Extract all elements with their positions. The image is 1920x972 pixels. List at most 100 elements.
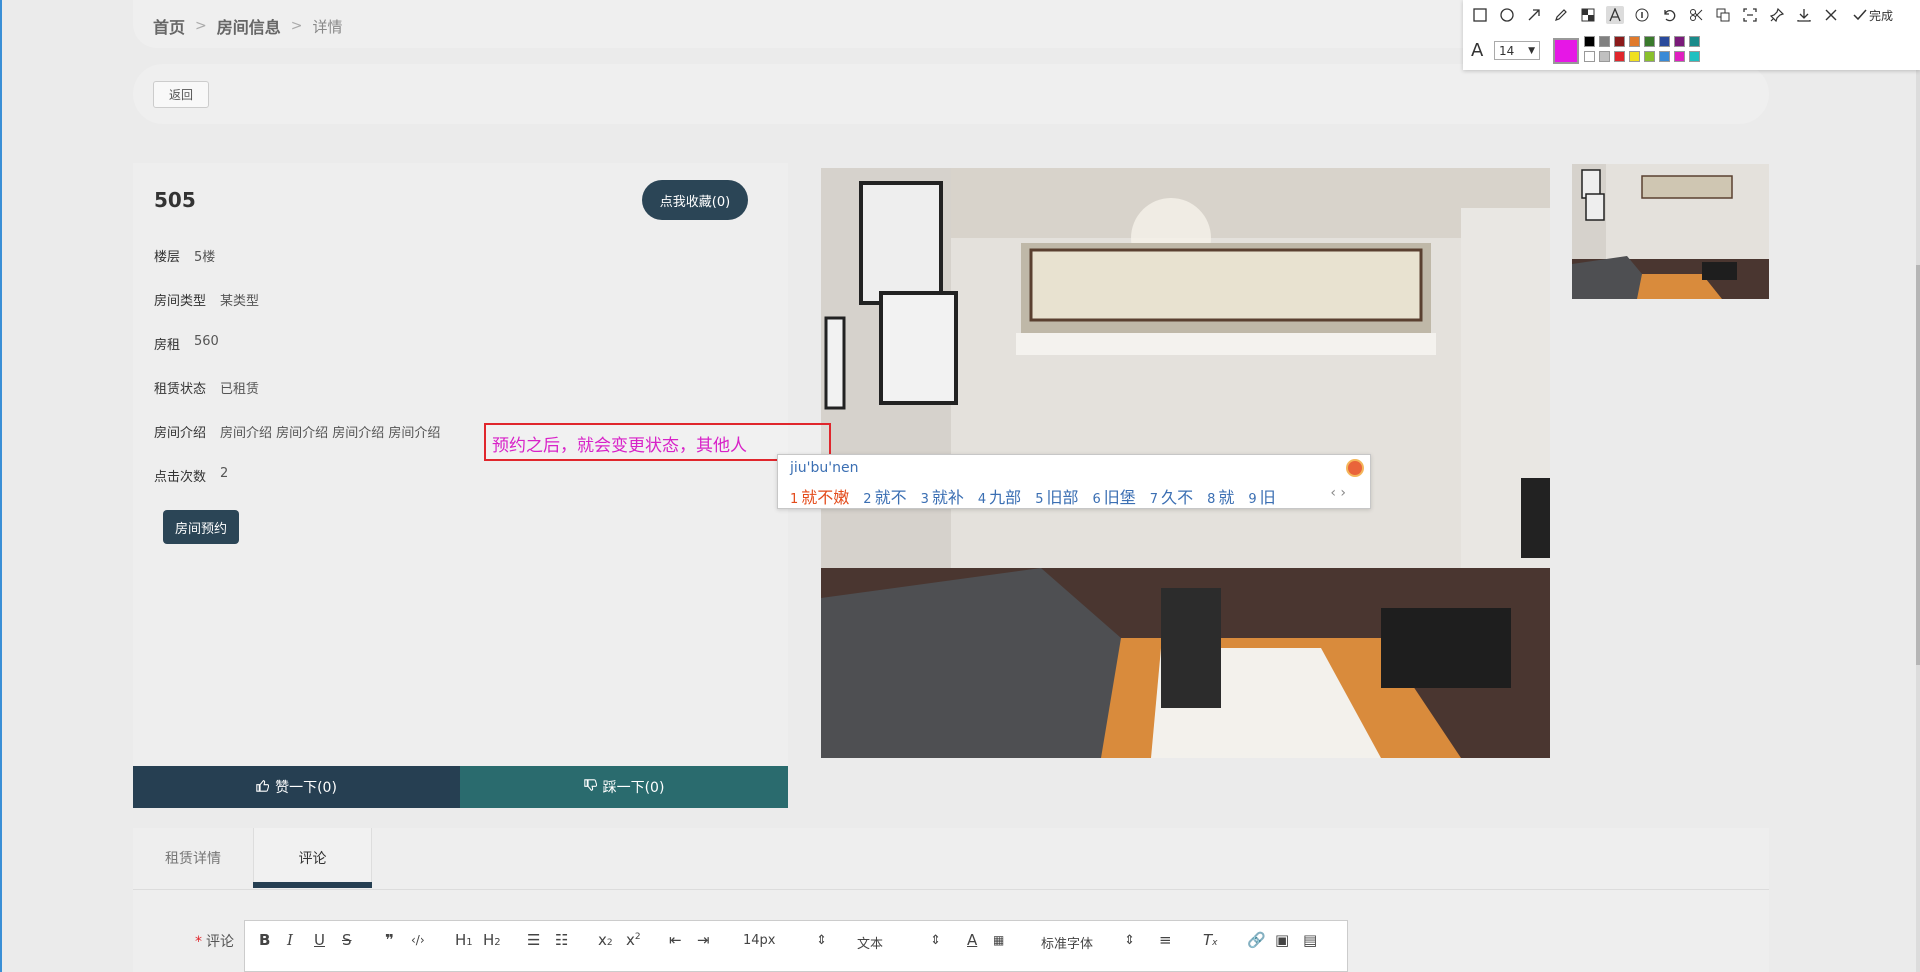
underline-icon[interactable]: U <box>314 931 325 949</box>
info-row-type: 房间类型 某类型 <box>154 290 259 309</box>
rectangle-icon[interactable] <box>1471 6 1489 24</box>
comment-field-label: * 评论 <box>195 934 234 950</box>
ellipse-icon[interactable] <box>1498 6 1516 24</box>
color-swatch[interactable] <box>1629 36 1640 47</box>
info-row-floor: 楼层 5楼 <box>154 246 215 265</box>
color-swatch[interactable] <box>1674 36 1685 47</box>
heading1-icon[interactable]: H1 <box>455 931 473 949</box>
ime-candidate-window[interactable]: jiu'bu'nen 1 就不嫩 2 就不 3 就补 4 九部 5 旧部 6 旧堡 7 久不 … <box>777 454 1371 509</box>
blockquote-icon[interactable]: ❞ <box>385 931 394 949</box>
color-swatch[interactable] <box>1629 51 1640 62</box>
ime-candidate[interactable]: 4 九部 <box>978 484 1021 508</box>
color-swatch[interactable] <box>1689 51 1700 62</box>
color-swatch[interactable] <box>1644 36 1655 47</box>
current-color-swatch[interactable] <box>1553 38 1579 64</box>
align-icon[interactable]: ≡ <box>1159 931 1172 949</box>
comment-editor[interactable] <box>244 962 1348 972</box>
color-swatch[interactable] <box>1614 51 1625 62</box>
scrollbar-thumb[interactable] <box>1916 265 1920 665</box>
subscript-icon[interactable]: x2 <box>598 931 613 949</box>
mosaic-icon[interactable] <box>1579 6 1597 24</box>
bullet-list-icon[interactable]: ☷ <box>555 931 568 949</box>
page-scrollbar[interactable] <box>1916 0 1920 972</box>
color-swatch[interactable] <box>1659 51 1670 62</box>
tab-comments[interactable]: 评论 <box>253 828 372 888</box>
ime-page-arrows-icon[interactable]: ‹ › <box>1330 485 1346 501</box>
color-swatch[interactable] <box>1599 51 1610 62</box>
crop-tool-icon[interactable] <box>1687 6 1705 24</box>
breadcrumb: 首页 > 房间信息 > 详情 <box>153 14 343 38</box>
heading2-icon[interactable]: H2 <box>483 931 501 949</box>
ime-candidate[interactable]: 2 就不 <box>863 484 906 508</box>
field-label: 房租 <box>154 338 181 353</box>
back-button[interactable]: 返回 <box>153 81 209 108</box>
back-card <box>133 64 1769 124</box>
ime-composition: jiu'bu'nen <box>790 460 859 476</box>
field-value: 2 <box>220 466 229 481</box>
arrow-icon[interactable] <box>1525 6 1543 24</box>
tab-rental-details[interactable]: 租赁详情 <box>133 828 253 888</box>
clear-format-icon[interactable]: Tx <box>1203 931 1218 949</box>
ime-candidate[interactable]: 5 旧部 <box>1035 484 1078 508</box>
italic-icon[interactable]: I <box>287 931 293 949</box>
superscript-icon[interactable]: x2 <box>626 931 641 949</box>
number-marker-icon[interactable] <box>1633 6 1651 24</box>
bold-icon[interactable]: B <box>259 931 270 949</box>
color-swatch[interactable] <box>1599 36 1610 47</box>
outdent-icon[interactable]: ⇤ <box>669 931 682 949</box>
ime-candidate[interactable]: 1 就不嫩 <box>790 484 849 508</box>
thumbs-down-icon <box>583 778 597 796</box>
close-icon[interactable] <box>1822 6 1840 24</box>
ime-candidates: 1 就不嫩 2 就不 3 就补 4 九部 5 旧部 6 旧堡 7 久不 8就 9旧 <box>790 484 1276 508</box>
download-icon[interactable] <box>1795 6 1813 24</box>
ime-candidate[interactable]: 6 旧堡 <box>1092 484 1135 508</box>
text-tool-icon[interactable] <box>1606 6 1624 24</box>
indent-icon[interactable]: ⇥ <box>697 931 710 949</box>
image-icon[interactable]: ▣ <box>1275 931 1289 949</box>
thumbs-up-icon <box>256 779 270 796</box>
color-swatch[interactable] <box>1659 36 1670 47</box>
finish-button[interactable]: 完成 <box>1853 7 1893 24</box>
dislike-label: 踩一下(0) <box>602 780 665 796</box>
video-icon[interactable]: ▤ <box>1303 931 1317 949</box>
annotation-text: 预约之后，就会变更状态，其他人 <box>492 436 747 456</box>
copy-icon[interactable] <box>1714 6 1732 24</box>
ordered-list-icon[interactable]: ☰ <box>527 931 540 949</box>
ime-candidate[interactable]: 8就 <box>1207 484 1234 508</box>
color-swatch[interactable] <box>1584 51 1595 62</box>
ime-candidate[interactable]: 3 就补 <box>921 484 964 508</box>
background-color-icon[interactable]: ▦ <box>993 933 1004 947</box>
room-detail-panel <box>133 163 788 808</box>
block-format-select[interactable]: 文本 ⇕ <box>857 933 941 952</box>
ime-candidate[interactable]: 7 久不 <box>1150 484 1193 508</box>
font-family-select[interactable]: 标准字体 ⇕ <box>1041 933 1135 952</box>
favorite-button[interactable]: 点我收藏(0) <box>642 180 748 220</box>
dislike-button[interactable]: 踩一下(0) <box>460 766 788 808</box>
undo-icon[interactable] <box>1660 6 1678 24</box>
like-button[interactable]: 赞一下(0) <box>133 766 460 808</box>
book-room-button[interactable]: 房间预约 <box>163 510 239 544</box>
field-value: 已租赁 <box>220 382 260 397</box>
color-swatch[interactable] <box>1584 36 1595 47</box>
field-label: 房间类型 <box>154 294 207 309</box>
pin-icon[interactable] <box>1768 6 1786 24</box>
link-icon[interactable]: 🔗 <box>1247 931 1266 949</box>
info-row-status: 租赁状态 已租赁 <box>154 378 259 397</box>
strikethrough-icon[interactable]: S <box>342 931 352 949</box>
code-icon[interactable]: ‹/› <box>411 933 425 947</box>
scroll-capture-icon[interactable] <box>1741 6 1759 24</box>
breadcrumb-room-info[interactable]: 房间信息 <box>217 14 281 38</box>
color-palette <box>1584 36 1700 62</box>
pencil-icon[interactable] <box>1552 6 1570 24</box>
color-swatch[interactable] <box>1674 51 1685 62</box>
font-size-select[interactable]: 14 ▼ <box>1494 41 1540 60</box>
ime-candidate[interactable]: 9旧 <box>1248 484 1275 508</box>
room-thumbnail[interactable] <box>1572 164 1769 299</box>
font-color-icon[interactable]: A <box>967 931 977 949</box>
color-swatch[interactable] <box>1614 36 1625 47</box>
active-tab-indicator <box>253 882 372 888</box>
color-swatch[interactable] <box>1644 51 1655 62</box>
font-size-select[interactable]: 14px ⇕ <box>743 933 827 948</box>
color-swatch[interactable] <box>1689 36 1700 47</box>
breadcrumb-home[interactable]: 首页 <box>153 14 185 38</box>
